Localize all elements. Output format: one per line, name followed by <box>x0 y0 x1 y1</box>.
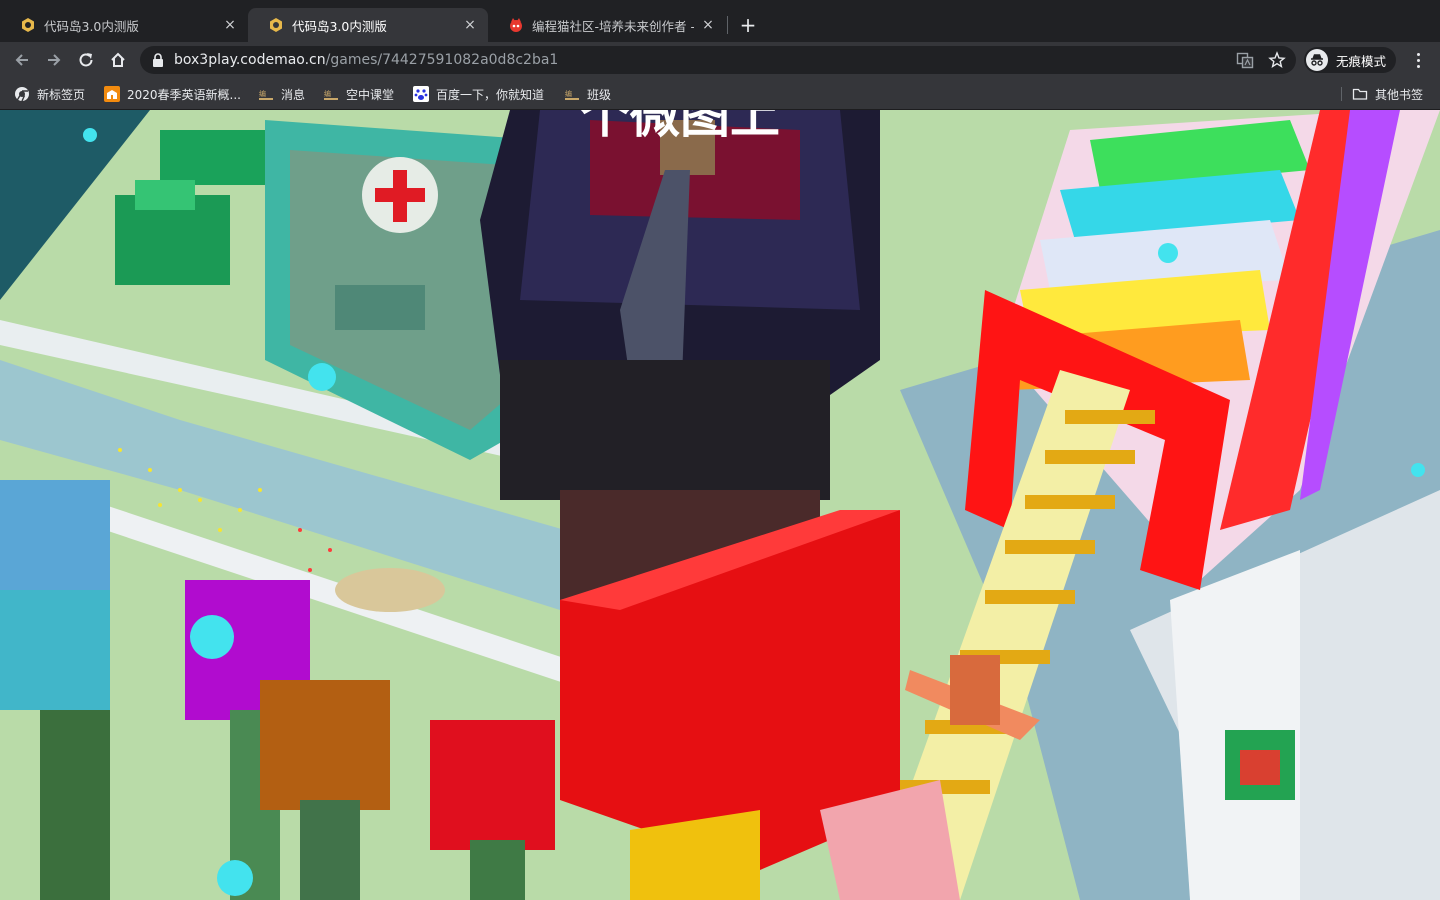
tab-separator <box>727 16 728 34</box>
folder-icon <box>1352 88 1368 100</box>
arrow-right-icon <box>48 54 61 66</box>
bookmark-label: 2020春季英语新概... <box>127 87 241 102</box>
red-tree-top <box>430 720 555 850</box>
tab-close-icon[interactable]: × <box>462 17 478 33</box>
tab-1[interactable]: 代码岛3.0内测版 × <box>0 8 248 42</box>
tree-trunk <box>40 710 110 900</box>
bookmark-label: 空中课堂 <box>346 87 395 102</box>
reload-button[interactable] <box>72 46 100 74</box>
bookmarks-bar: 新标签页 2020春季英语新概... 编 消息 编 空中课堂 百度一下，你就知道… <box>0 78 1440 110</box>
codemao-favicon-icon <box>270 18 282 32</box>
snow-wall <box>1170 550 1300 900</box>
home-button[interactable] <box>104 46 132 74</box>
address-bar[interactable]: box3play.codemao.cn/games/74427591082a0d… <box>140 46 1296 74</box>
green-block <box>135 180 195 210</box>
blue-tree-top <box>0 480 110 600</box>
bookmark-label: 新标签页 <box>37 87 86 102</box>
bookmark-class[interactable]: 编 班级 <box>564 84 611 104</box>
url-path: /games/74427591082a0d8c2ba1 <box>325 52 559 68</box>
tab-title: 代码岛3.0内测版 <box>292 18 387 34</box>
wooden-boat <box>335 568 445 612</box>
tab-close-icon[interactable]: × <box>700 17 716 33</box>
bookmark-label: 班级 <box>587 87 612 102</box>
tree-trunk <box>300 800 360 900</box>
baidu-icon <box>413 86 429 102</box>
brown-tree-top <box>260 680 390 810</box>
home-icon <box>111 52 125 67</box>
floating-banner-text: 个微图上 <box>580 110 780 144</box>
tab-strip: 代码岛3.0内测版 × 代码岛3.0内测版 × 编程猫社区-培养未来创作者 - … <box>0 0 1440 42</box>
bookmark-label: 消息 <box>281 87 306 102</box>
bookmark-baidu[interactable]: 百度一下，你就知道 <box>413 84 544 104</box>
star-bookmark-icon[interactable] <box>1268 51 1286 69</box>
tree-trunk <box>470 840 525 900</box>
incognito-profile-button[interactable]: 无痕模式 <box>1304 47 1397 73</box>
blue-tree-top <box>0 590 110 710</box>
codemao-icon: 编 <box>324 89 338 100</box>
bookmark-new-tab[interactable]: 新标签页 <box>14 84 85 104</box>
translate-icon[interactable] <box>1236 51 1254 69</box>
reload-icon <box>79 53 93 67</box>
bookmark-separator <box>1341 87 1342 101</box>
codemao-icon: 编 <box>565 89 579 100</box>
other-bookmarks-button[interactable]: 其他书签 <box>1352 84 1423 104</box>
player-body <box>500 360 830 500</box>
arrow-left-icon <box>15 54 28 66</box>
chrome-icon <box>15 87 29 102</box>
codemao-icon: 编 <box>259 89 273 100</box>
school-icon <box>104 86 120 102</box>
hospital-door <box>335 285 425 330</box>
tab-2-active[interactable]: 代码岛3.0内测版 × <box>248 8 488 42</box>
other-bookmarks-label: 其他书签 <box>1375 87 1424 102</box>
green-gift-block <box>1240 750 1280 785</box>
tab-close-icon[interactable]: × <box>222 17 238 33</box>
url-text: box3play.codemao.cn/games/74427591082a0d… <box>174 52 558 68</box>
red-cross-icon <box>375 188 425 202</box>
green-block <box>160 130 270 185</box>
svg-text:编: 编 <box>324 89 331 98</box>
bookmark-label: 百度一下，你就知道 <box>436 87 545 102</box>
new-tab-button[interactable]: + <box>736 13 760 37</box>
bookmark-sky-classroom[interactable]: 编 空中课堂 <box>323 84 394 104</box>
kebab-menu-icon[interactable] <box>1408 48 1428 72</box>
toolbar: box3play.codemao.cn/games/74427591082a0d… <box>0 42 1440 78</box>
url-host: box3play.codemao.cn <box>174 52 326 68</box>
codemao-cat-favicon-icon <box>510 18 522 32</box>
lock-icon <box>153 53 163 67</box>
bookmark-english[interactable]: 2020春季英语新概... <box>104 84 241 104</box>
tab-title: 代码岛3.0内测版 <box>44 18 139 34</box>
incognito-avatar-icon <box>1306 49 1328 71</box>
game-canvas[interactable]: 个微图上 <box>0 110 1440 900</box>
back-button[interactable] <box>8 46 36 74</box>
game-scene: 个微图上 <box>0 110 1440 900</box>
incognito-label: 无痕模式 <box>1336 53 1387 69</box>
bookmark-messages[interactable]: 编 消息 <box>258 84 305 104</box>
svg-text:编: 编 <box>565 89 572 98</box>
tab-title: 编程猫社区-培养未来创作者 - 编 <box>532 18 694 34</box>
svg-text:编: 编 <box>259 89 266 98</box>
tab-3[interactable]: 编程猫社区-培养未来创作者 - 编 × <box>488 8 726 42</box>
codemao-favicon-icon <box>22 18 34 32</box>
forward-button[interactable] <box>40 46 68 74</box>
